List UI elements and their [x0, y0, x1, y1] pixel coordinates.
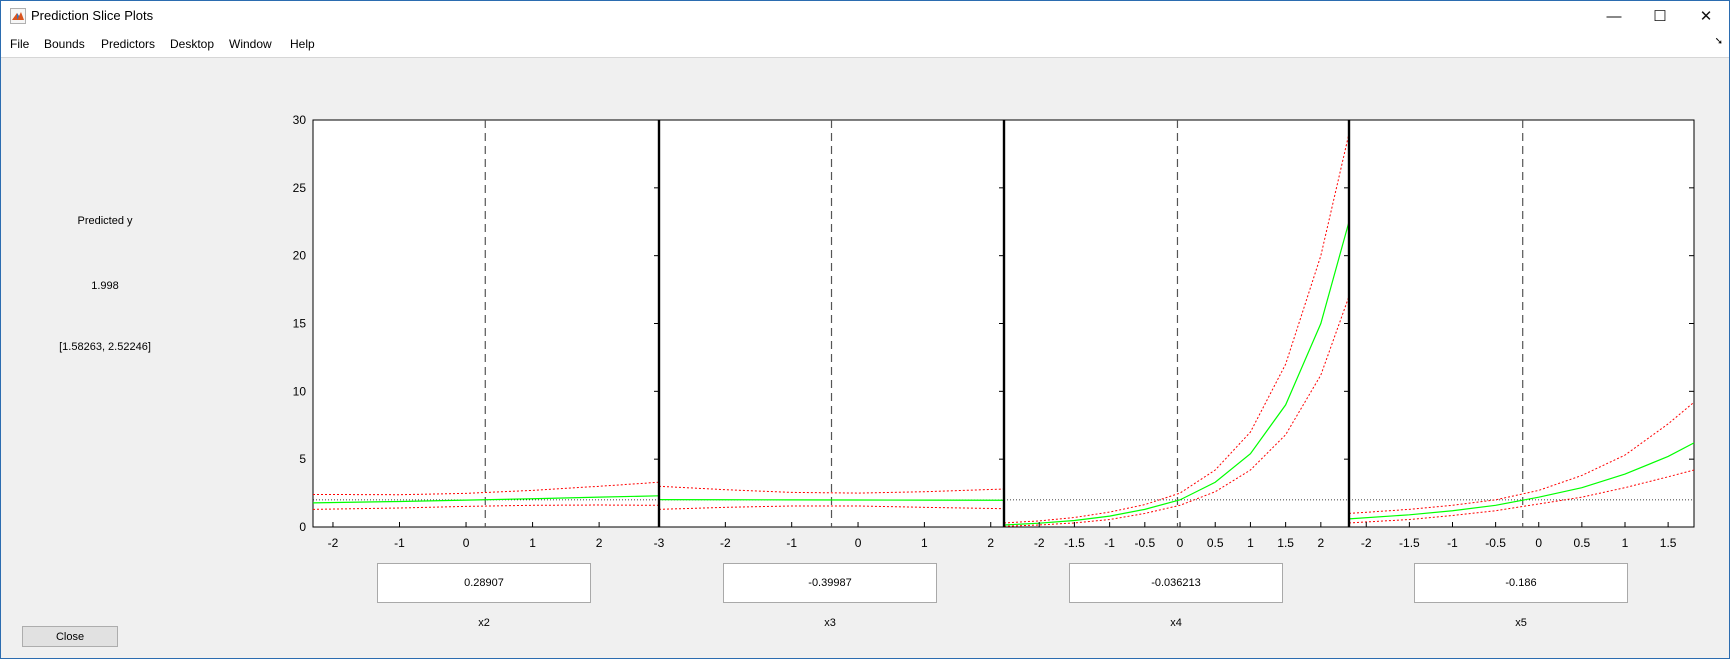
plot-x5: -2 -1.5 -1 -0.5 0 0.5 1 1.5	[1348, 119, 1695, 550]
y-tick-label: 5	[299, 452, 306, 466]
x-tick-label: 0	[463, 536, 470, 550]
x-tick-label: 1.5	[1660, 536, 1677, 550]
plot-area	[312, 119, 660, 528]
y-tick-label: 25	[293, 181, 307, 195]
x4-axis-label: x4	[1170, 617, 1182, 629]
y-tick-label: 0	[299, 520, 306, 534]
x-tick-label: -1.5	[1399, 536, 1420, 550]
x-tick-label: 1	[1247, 536, 1254, 550]
x-tick-label: 2	[596, 536, 603, 550]
x-tick-label: 0	[855, 536, 862, 550]
x-tick-label: 2	[987, 536, 994, 550]
x-tick-label: 0	[1177, 536, 1184, 550]
x3-axis-label: x3	[824, 617, 836, 629]
x-tick-label: 0.5	[1207, 536, 1224, 550]
series-fit	[658, 498, 1005, 501]
plot-x2: -2 -1 0 1 2 -3	[312, 119, 665, 550]
y-tick-label: 20	[293, 249, 307, 263]
x-tick-label: -1	[1104, 536, 1115, 550]
x-tick-label: 0	[1535, 536, 1542, 550]
y-tick-label: 10	[293, 384, 307, 398]
prediction-slice-window: Prediction Slice Plots — ☐ ✕ File Bounds…	[0, 0, 1730, 659]
x-tick-label: 0.5	[1574, 536, 1591, 550]
x-tick-label: 1	[529, 536, 536, 550]
x-tick-label: -2	[328, 536, 339, 550]
x5-axis-label: x5	[1515, 617, 1527, 629]
x-tick-label: 1.5	[1277, 536, 1294, 550]
x3-value-input[interactable]: -0.39987	[723, 563, 937, 603]
x4-value-input[interactable]: -0.036213	[1069, 563, 1283, 603]
x2-axis-label: x2	[478, 617, 490, 629]
x-tick-label: -3	[654, 536, 665, 550]
close-button[interactable]: Close	[22, 626, 118, 647]
x-tick-label: -1.5	[1064, 536, 1085, 550]
x-tick-label: -1	[394, 536, 405, 550]
x-tick-label: -1	[1447, 536, 1458, 550]
x-tick-label: 1	[1622, 536, 1629, 550]
plot-x4: -2 -1.5 -1 -0.5 0 0.5 1 1.5 2	[1003, 119, 1350, 550]
plot-area	[1003, 119, 1350, 528]
x-tick-label: -0.5	[1134, 536, 1155, 550]
x-tick-label: -2	[1034, 536, 1045, 550]
x-tick-label: 1	[921, 536, 928, 550]
x-tick-label: 2	[1317, 536, 1324, 550]
x-tick-label: -0.5	[1485, 536, 1506, 550]
x2-value-input[interactable]: 0.28907	[377, 563, 591, 603]
x-tick-label: -1	[786, 536, 797, 550]
plot-area	[1348, 119, 1695, 528]
x-tick-label: -2	[1361, 536, 1372, 550]
x5-value-input[interactable]: -0.186	[1414, 563, 1628, 603]
plot-x3: -2 -1 0 1 2	[658, 119, 1005, 550]
slice-plots[interactable]: 051015202530-2 -1 0 1 2 -3 -2 -1 0 1 2 -2 -1.5 -1 -0.5…	[1, 1, 1730, 601]
y-tick-label: 30	[293, 113, 307, 127]
x-tick-label: -2	[720, 536, 731, 550]
y-tick-label: 15	[293, 317, 307, 331]
